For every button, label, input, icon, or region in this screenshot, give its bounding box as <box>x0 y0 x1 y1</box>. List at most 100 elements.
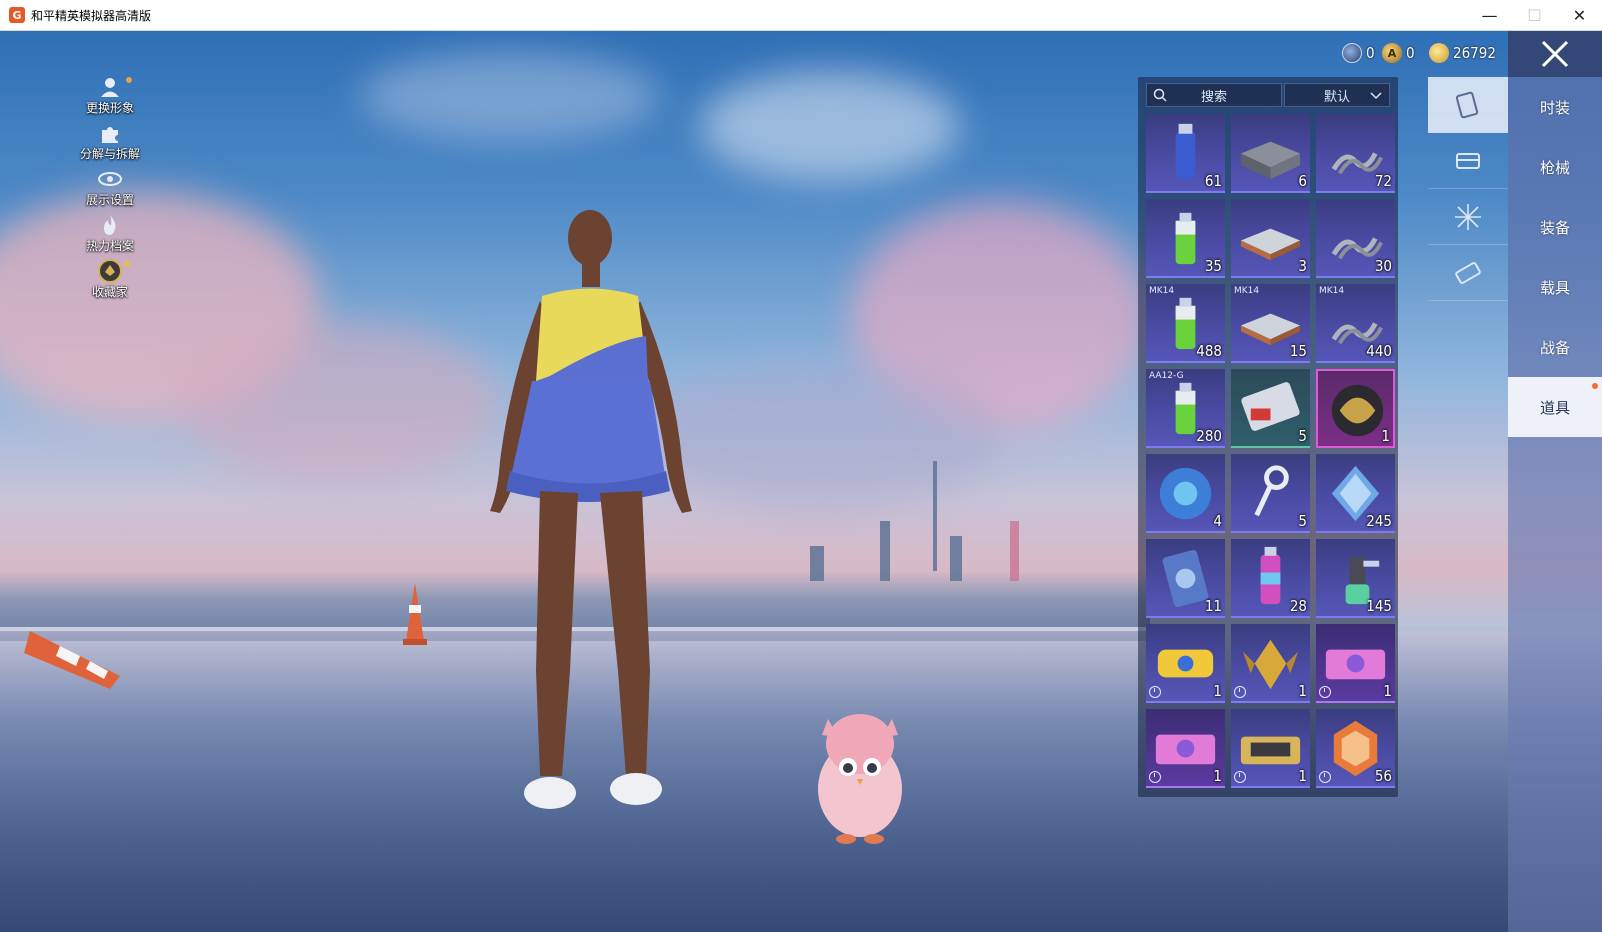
subcategory-tabs <box>1428 77 1508 317</box>
inventory-item[interactable]: 6 <box>1231 114 1310 193</box>
category-tab[interactable]: 枪械 <box>1508 137 1602 197</box>
currency-value: 0 <box>1406 44 1415 62</box>
inventory-item[interactable]: 3 <box>1231 199 1310 278</box>
inventory-item[interactable]: 1 <box>1146 709 1225 788</box>
notification-dot <box>124 261 130 267</box>
inventory-item[interactable]: 1 <box>1316 624 1395 703</box>
item-count: 72 <box>1374 172 1392 190</box>
inventory-item[interactable]: 245 <box>1316 454 1395 533</box>
category-tab[interactable]: 战备 <box>1508 317 1602 377</box>
item-prefix: AA12-G <box>1149 371 1184 381</box>
inventory-item[interactable]: 5 <box>1231 369 1310 448</box>
search-placeholder: 搜索 <box>1200 89 1227 105</box>
inventory-item[interactable]: 145 <box>1316 539 1395 618</box>
subcategory-tab[interactable] <box>1428 133 1508 189</box>
currency-value: 0 <box>1366 44 1375 62</box>
subcategory-tab[interactable] <box>1428 77 1508 133</box>
item-count: 30 <box>1374 257 1392 275</box>
sort-dropdown[interactable]: 默认 <box>1284 83 1390 107</box>
category-tab[interactable]: 道具 <box>1508 377 1602 437</box>
title-bar: G 和平精英模拟器高清版 — ☐ ✕ <box>0 0 1602 31</box>
a-coin-icon: A <box>1382 43 1402 63</box>
subcategory-tab[interactable] <box>1428 189 1508 245</box>
category-tab[interactable]: 装备 <box>1508 197 1602 257</box>
clock-icon <box>1234 771 1246 783</box>
item-count: 5 <box>1298 512 1307 530</box>
currency-gold[interactable]: 26792 <box>1429 43 1496 63</box>
inventory-toolbar: 搜索 默认 <box>1146 83 1390 107</box>
left-menu-decompose[interactable]: 分解与拆解 <box>70 121 150 167</box>
item-count: 35 <box>1204 257 1222 275</box>
close-window-button[interactable]: ✕ <box>1557 0 1602 31</box>
inventory-item[interactable]: 11 <box>1146 539 1225 618</box>
flame-icon <box>97 213 123 237</box>
inventory-item[interactable]: MK14 488 <box>1146 284 1225 363</box>
traffic-cone-icon <box>403 583 427 645</box>
clock-icon <box>1319 686 1331 698</box>
maximize-button[interactable]: ☐ <box>1512 0 1557 31</box>
item-count: 5 <box>1298 427 1307 445</box>
category-label: 道具 <box>1539 398 1570 417</box>
left-menu-heat-profile[interactable]: 热力档案 <box>70 213 150 259</box>
pet-companion[interactable] <box>810 699 910 849</box>
tower-decoration <box>1010 521 1019 581</box>
currency-a-coin[interactable]: A 0 <box>1382 43 1415 63</box>
inventory-grid: 61 6 72 35 3 30 MK14 488 MK14 15 MK14 440 AA12-G 280 5… <box>1146 114 1395 788</box>
category-tab[interactable]: 时装 <box>1508 77 1602 137</box>
item-count: 28 <box>1289 597 1307 615</box>
tower-decoration <box>880 521 890 581</box>
inventory-item[interactable]: 30 <box>1316 199 1395 278</box>
player-character[interactable] <box>470 201 720 841</box>
inventory-item[interactable]: 56 <box>1316 709 1395 788</box>
inventory-item[interactable]: AA12-G 280 <box>1146 369 1225 448</box>
chevron-down-icon <box>1370 92 1382 100</box>
inventory-item[interactable]: 5 <box>1231 454 1310 533</box>
inventory-item[interactable]: 1 <box>1146 624 1225 703</box>
firework-icon <box>1455 203 1481 230</box>
inventory-item[interactable]: 1 <box>1231 709 1310 788</box>
inventory-item[interactable]: 28 <box>1231 539 1310 618</box>
inventory-item[interactable]: 1 <box>1231 624 1310 703</box>
notification-dot <box>126 77 132 83</box>
left-menu-label: 收藏家 <box>91 285 128 299</box>
clock-icon <box>1149 771 1161 783</box>
category-label: 装备 <box>1539 218 1570 237</box>
person-icon <box>97 75 123 99</box>
category-label: 载具 <box>1539 278 1570 297</box>
ticket-icon <box>1455 261 1481 284</box>
item-count: 245 <box>1366 512 1392 530</box>
minimize-button[interactable]: — <box>1467 0 1512 31</box>
inventory-item[interactable]: MK14 15 <box>1231 284 1310 363</box>
puzzle-icon <box>97 121 123 145</box>
currency-globe[interactable]: 0 <box>1342 43 1375 63</box>
inventory-item[interactable]: 72 <box>1316 114 1395 193</box>
item-count: 1 <box>1298 767 1307 785</box>
category-tab[interactable]: 载具 <box>1508 257 1602 317</box>
sort-label: 默认 <box>1323 89 1350 105</box>
item-count: 280 <box>1196 427 1222 445</box>
left-menu-change-appearance[interactable]: 更换形象 <box>70 75 150 121</box>
collector-badge-icon <box>97 259 123 283</box>
inventory-item[interactable]: 1 <box>1316 369 1395 448</box>
inventory-item[interactable]: 35 <box>1146 199 1225 278</box>
item-count: 488 <box>1196 342 1222 360</box>
search-input[interactable]: 搜索 <box>1146 83 1282 107</box>
category-label: 枪械 <box>1539 158 1570 177</box>
item-count: 3 <box>1298 257 1307 275</box>
left-menu-collector[interactable]: 收藏家 <box>70 259 150 305</box>
item-count: 56 <box>1374 767 1392 785</box>
inventory-item[interactable]: 4 <box>1146 454 1225 533</box>
item-count: 61 <box>1204 172 1222 190</box>
category-label: 时装 <box>1539 98 1570 117</box>
inventory-item[interactable]: MK14 440 <box>1316 284 1395 363</box>
left-menu-label: 更换形象 <box>85 101 134 115</box>
close-icon <box>1541 40 1569 68</box>
notification-dot <box>1592 383 1598 389</box>
app-window: G 和平精英模拟器高清版 — ☐ ✕ 更换形象 分解与拆解 展示设置 热力档案 … <box>0 0 1602 932</box>
gold-coin-icon <box>1429 43 1449 63</box>
subcategory-tab[interactable] <box>1428 245 1508 301</box>
inventory-item[interactable]: 61 <box>1146 114 1225 193</box>
item-prefix: MK14 <box>1319 286 1345 296</box>
close-panel-button[interactable] <box>1508 31 1602 77</box>
left-menu-display-settings[interactable]: 展示设置 <box>70 167 150 213</box>
